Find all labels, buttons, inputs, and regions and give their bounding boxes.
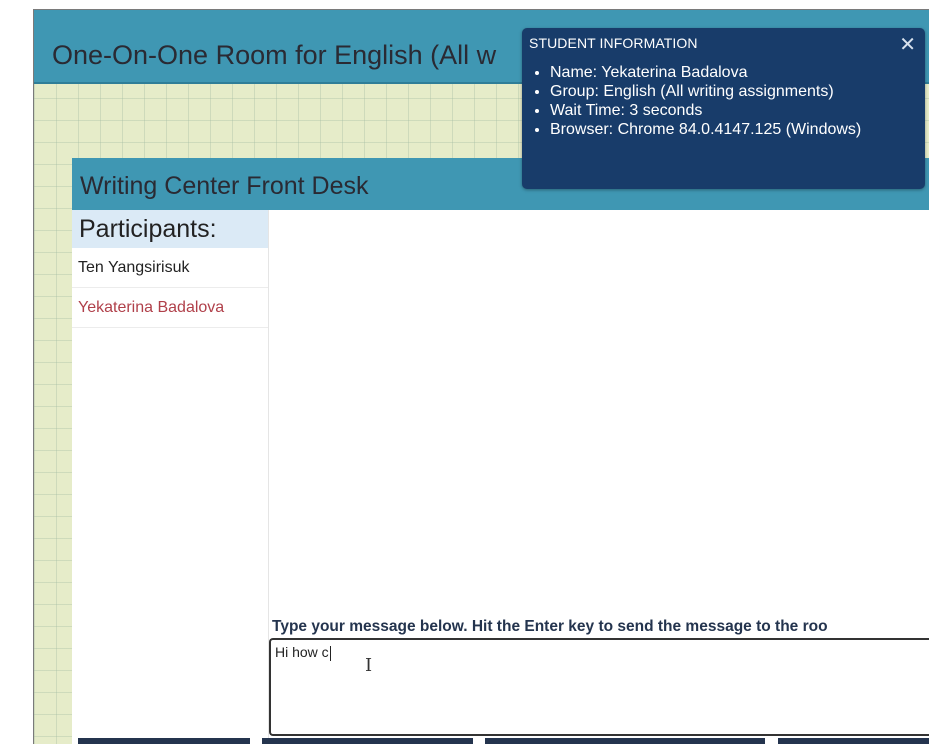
message-input-value: Hi how c — [275, 644, 329, 660]
student-group: Group: English (All writing assignments) — [550, 82, 861, 101]
participants-list: Participants: Ten Yangsirisuk Yekaterina… — [72, 210, 269, 740]
bottom-button-2[interactable] — [262, 738, 473, 744]
student-wait-time: Wait Time: 3 seconds — [550, 101, 861, 120]
room-title: One-On-One Room for English (All w — [52, 40, 497, 70]
text-caret — [329, 645, 331, 661]
front-desk-panel: Writing Center Front Desk Participants: … — [72, 158, 929, 744]
message-instructions: Type your message below. Hit the Enter k… — [272, 618, 828, 635]
student-information-popup: STUDENT INFORMATION ✕ Name: Yekaterina B… — [522, 28, 925, 189]
chat-messages-area — [269, 210, 929, 620]
bottom-button-4[interactable] — [778, 738, 929, 744]
message-input[interactable]: Hi how c — [269, 638, 929, 736]
panel-title: Writing Center Front Desk — [80, 172, 369, 200]
participants-heading: Participants: — [72, 210, 268, 248]
close-icon[interactable]: ✕ — [899, 32, 916, 57]
participant-item[interactable]: Ten Yangsirisuk — [72, 248, 268, 288]
participant-item-selected[interactable]: Yekaterina Badalova — [72, 288, 268, 328]
bottom-button-3[interactable] — [485, 738, 765, 744]
student-info-list: Name: Yekaterina Badalova Group: English… — [528, 63, 861, 139]
popup-title: STUDENT INFORMATION — [529, 35, 698, 51]
bottom-button-1[interactable] — [78, 738, 250, 744]
student-browser: Browser: Chrome 84.0.4147.125 (Windows) — [550, 120, 861, 139]
ibeam-cursor-icon: I — [365, 655, 373, 676]
student-name: Name: Yekaterina Badalova — [550, 63, 861, 82]
